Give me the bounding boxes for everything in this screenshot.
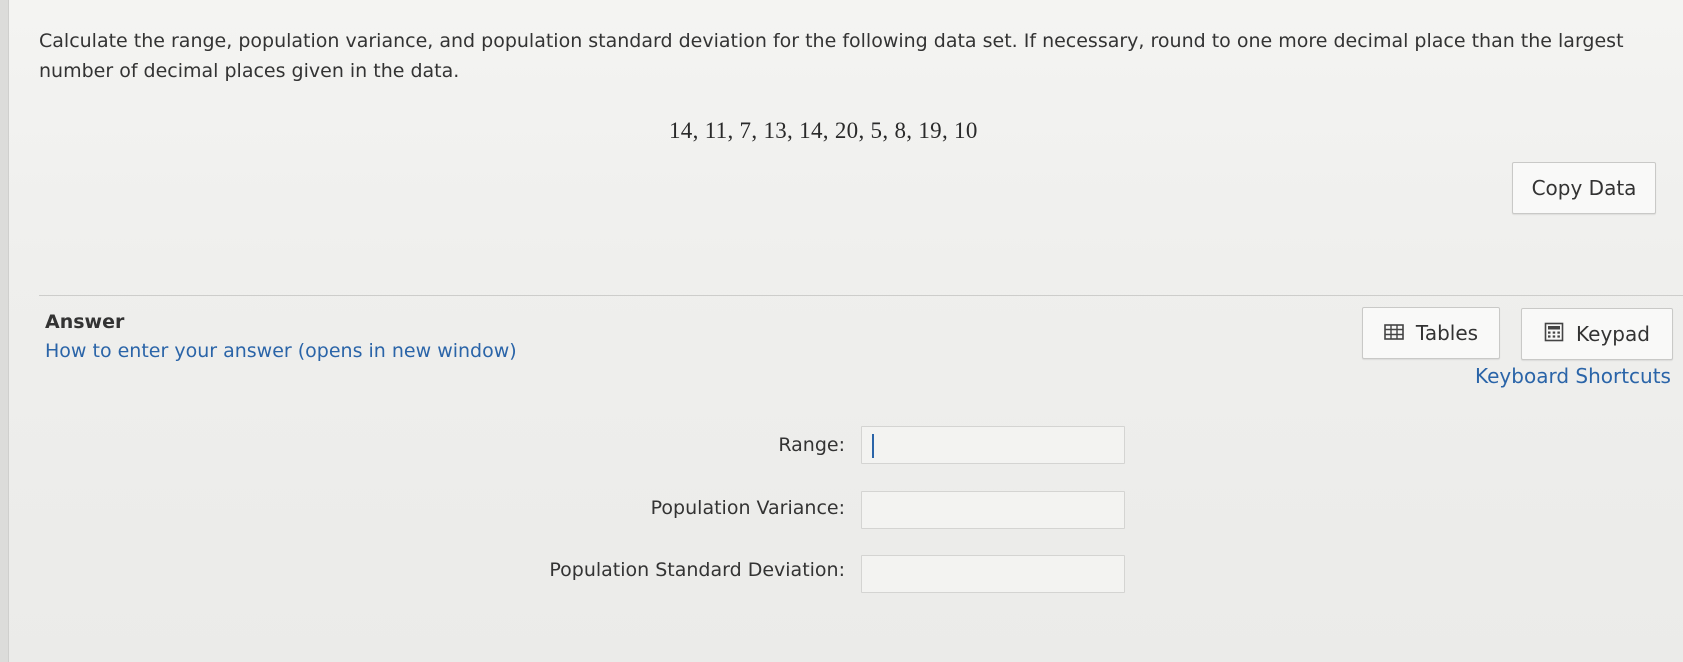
population-standard-deviation-label: Population Standard Deviation:: [549, 559, 845, 581]
keypad-button[interactable]: Keypad: [1521, 308, 1673, 360]
answer-heading: Answer: [45, 311, 125, 333]
text-cursor: [872, 434, 874, 458]
how-to-enter-answer-link[interactable]: How to enter your answer (opens in new w…: [45, 340, 517, 362]
range-input[interactable]: [861, 426, 1125, 464]
section-divider: [39, 295, 1683, 296]
tables-button[interactable]: Tables: [1362, 307, 1500, 359]
keypad-button-label: Keypad: [1576, 322, 1650, 346]
range-label: Range:: [778, 434, 845, 456]
data-set: 14, 11, 7, 13, 14, 20, 5, 8, 19, 10: [669, 118, 978, 143]
population-variance-input[interactable]: [861, 491, 1125, 529]
population-standard-deviation-input[interactable]: [861, 555, 1125, 593]
question-text: Calculate the range, population variance…: [39, 30, 1624, 82]
question-page: Calculate the range, population variance…: [8, 0, 1683, 662]
table-grid-icon: [1384, 321, 1404, 345]
copy-data-button[interactable]: Copy Data: [1512, 162, 1656, 214]
population-variance-label: Population Variance:: [650, 497, 845, 519]
calculator-keypad-icon: [1544, 322, 1564, 347]
keyboard-shortcuts-link[interactable]: Keyboard Shortcuts: [1475, 364, 1671, 388]
tables-button-label: Tables: [1415, 321, 1479, 345]
